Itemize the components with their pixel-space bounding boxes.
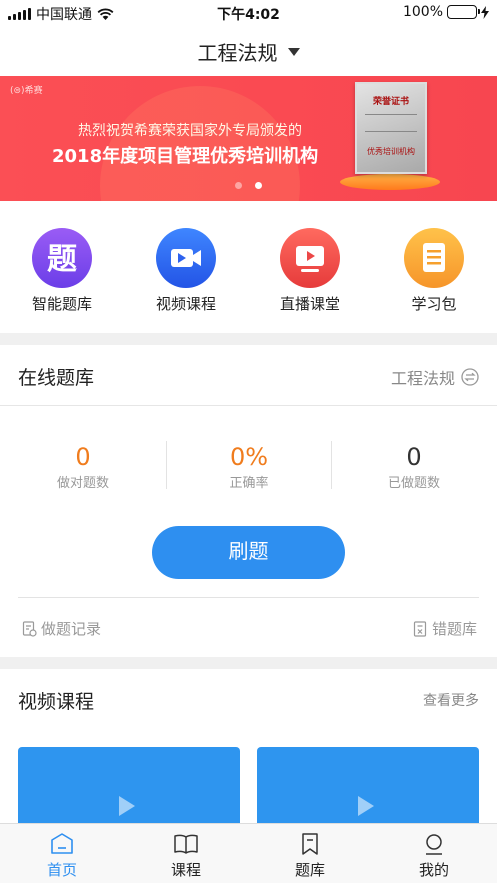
tab-label: 课程	[170, 861, 201, 879]
certificate-stand	[340, 174, 440, 190]
quick-nav-label: 学习包	[411, 295, 457, 313]
battery-icon	[447, 5, 480, 19]
subject-switcher-label: 工程法规	[390, 369, 455, 388]
tab-label: 首页	[46, 861, 77, 879]
stat-label: 已做题数	[387, 476, 440, 491]
tab-profile[interactable]: 我的	[394, 832, 474, 880]
carousel-dot[interactable]	[235, 182, 242, 189]
panel-divider	[0, 405, 497, 406]
online-bank-title: 在线题库	[18, 367, 95, 389]
wrong-book-icon	[413, 620, 427, 637]
switch-icon	[461, 368, 479, 386]
tab-label: 我的	[418, 861, 449, 879]
stat-label: 做对题数	[56, 476, 109, 491]
live-tv-icon	[280, 228, 340, 288]
home-icon	[51, 833, 73, 854]
certificate-title: 荣誉证书	[372, 97, 409, 107]
stat-value: 0	[406, 443, 422, 471]
play-icon	[119, 796, 135, 816]
tab-home[interactable]: 首页	[22, 832, 102, 880]
quick-nav-live[interactable]: 直播课堂	[260, 228, 360, 314]
tab-label: 题库	[294, 861, 325, 879]
stat-done: 0 已做题数	[331, 443, 497, 491]
quick-nav-video[interactable]: 视频课程	[136, 228, 236, 314]
online-bank-panel: 在线题库 工程法规 0 做对题数 0% 正确率 0 已做题数 刷题 做题记录 错…	[0, 345, 497, 657]
quick-nav: 题 智能题库 视频课程 直播课堂 学习包	[0, 201, 497, 333]
video-courses-section: 视频课程 查看更多	[0, 669, 497, 823]
document-icon	[404, 228, 464, 288]
quick-nav-label: 直播课堂	[279, 295, 340, 313]
record-icon	[22, 620, 37, 637]
wrong-questions-label: 错题库	[431, 620, 477, 638]
records-link-label: 做题记录	[41, 620, 102, 638]
stat-value: 0%	[229, 443, 269, 471]
bookmark-icon	[302, 833, 318, 855]
caret-down-icon[interactable]	[287, 48, 300, 56]
certificate-image: 荣誉证书 优秀培训机构	[355, 82, 427, 174]
banner-line2: 2018年度项目管理优秀培训机构	[52, 146, 319, 167]
svg-text:题: 题	[47, 242, 77, 277]
user-icon	[426, 834, 442, 855]
video-card[interactable]	[18, 747, 240, 823]
tab-bar: 首页 课程 题库 我的	[0, 823, 497, 883]
quick-nav-label: 智能题库	[31, 295, 92, 313]
book-icon	[174, 834, 198, 854]
practice-button[interactable]: 刷题	[152, 526, 345, 579]
view-more-link[interactable]: 查看更多	[423, 690, 479, 710]
certificate-body	[365, 114, 417, 132]
stat-correct: 0 做对题数	[0, 443, 166, 491]
video-courses-title: 视频课程	[18, 691, 95, 713]
video-camera-icon	[156, 228, 216, 288]
tab-question-bank[interactable]: 题库	[270, 832, 350, 880]
quick-nav-study-pack[interactable]: 学习包	[384, 228, 484, 314]
subject-switcher[interactable]: 工程法规	[391, 365, 479, 389]
certificate-footer: 优秀培训机构	[367, 147, 415, 156]
records-link[interactable]: 做题记录	[22, 618, 101, 639]
stat-value: 0	[75, 443, 91, 471]
panel-divider	[18, 597, 479, 598]
subject-title[interactable]: 工程法规	[198, 37, 278, 66]
play-icon	[358, 796, 374, 816]
battery-percent: 100%	[402, 4, 443, 20]
banner-brand: (⊜)希赛	[10, 86, 43, 96]
tab-courses[interactable]: 课程	[146, 832, 226, 880]
status-bar: 中国联通 下午4:02 100%	[0, 0, 497, 26]
stat-accuracy: 0% 正确率	[166, 443, 332, 491]
quick-nav-question-bank[interactable]: 题 智能题库	[12, 228, 112, 314]
promo-banner[interactable]: (⊜)希赛 热烈祝贺希赛荣获国家外专局颁发的 2018年度项目管理优秀培训机构 …	[0, 76, 497, 201]
nav-header: 工程法规	[0, 26, 497, 76]
wrong-questions-link[interactable]: 错题库	[413, 618, 477, 639]
video-card[interactable]	[257, 747, 479, 823]
status-right: 100%	[403, 4, 489, 20]
carousel-dot-active[interactable]	[255, 182, 262, 189]
charging-icon	[481, 5, 489, 19]
quick-nav-label: 视频课程	[155, 295, 216, 313]
question-bank-icon: 题	[32, 228, 92, 288]
banner-line1: 热烈祝贺希赛荣获国家外专局颁发的	[78, 123, 302, 139]
stat-label: 正确率	[229, 476, 269, 491]
